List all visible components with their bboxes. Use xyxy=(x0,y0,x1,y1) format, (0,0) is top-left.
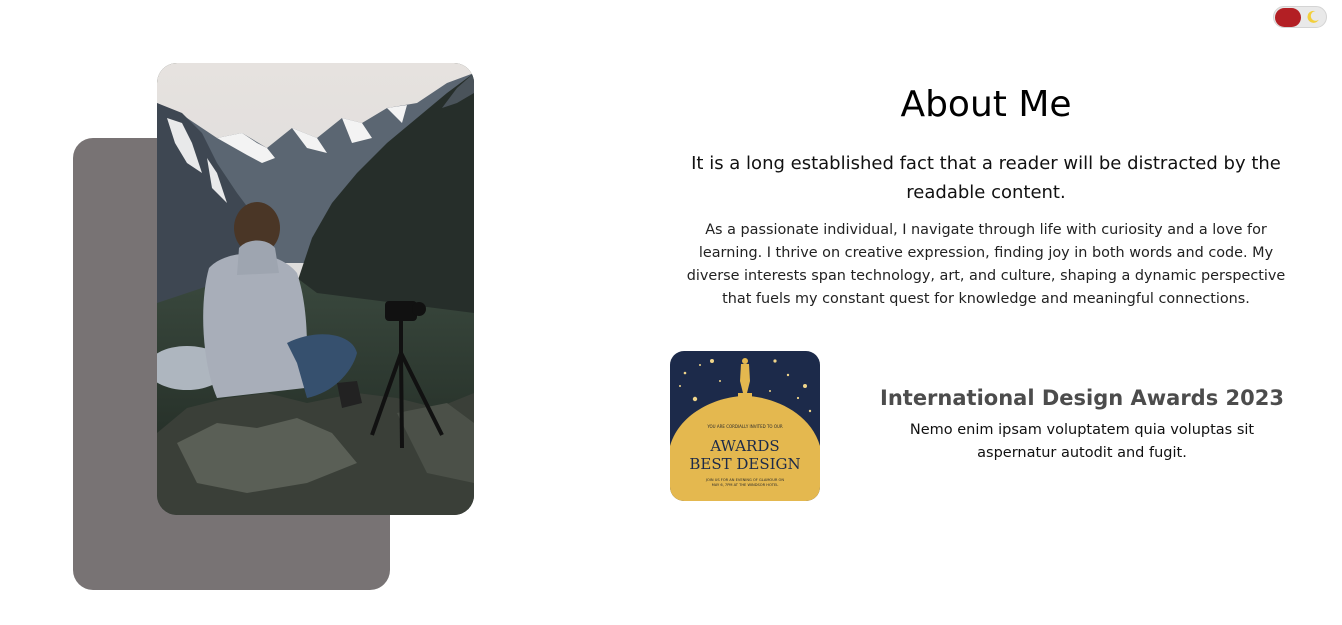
badge-title-line1: AWARDS xyxy=(709,437,779,455)
badge-detail-line1: JOIN US FOR AN EVENING OF GLAMOUR ON xyxy=(705,478,784,482)
badge-invite-text: YOU ARE CORDIALLY INVITED TO OUR xyxy=(706,424,783,429)
badge-detail-line2: MAY 6, 7PM AT THE WINDSOR HOTEL xyxy=(712,483,779,487)
award-section: YOU ARE CORDIALLY INVITED TO OUR AWARDS … xyxy=(670,351,1302,501)
lead-paragraph: It is a long established fact that a rea… xyxy=(691,153,1281,203)
award-badge-image: YOU ARE CORDIALLY INVITED TO OUR AWARDS … xyxy=(670,351,820,501)
award-title: International Design Awards 2023 xyxy=(880,386,1284,410)
award-text: International Design Awards 2023 Nemo en… xyxy=(858,383,1306,465)
about-content: About Me It is a long established fact t… xyxy=(670,80,1302,311)
bio-paragraph: As a passionate individual, I navigate t… xyxy=(686,222,1286,307)
badge-title-line2: BEST DESIGN xyxy=(689,455,800,473)
award-description: Nemo enim ipsam voluptatem quia voluptas… xyxy=(909,422,1255,461)
theme-toggle[interactable] xyxy=(1273,6,1327,28)
page-title: About Me xyxy=(900,84,1072,125)
profile-photo xyxy=(157,63,474,515)
mountain-photo-illustration xyxy=(157,63,474,515)
toggle-knob[interactable] xyxy=(1275,8,1301,27)
moon-icon xyxy=(1307,10,1319,23)
about-page: About Me It is a long established fact t… xyxy=(0,0,1342,625)
